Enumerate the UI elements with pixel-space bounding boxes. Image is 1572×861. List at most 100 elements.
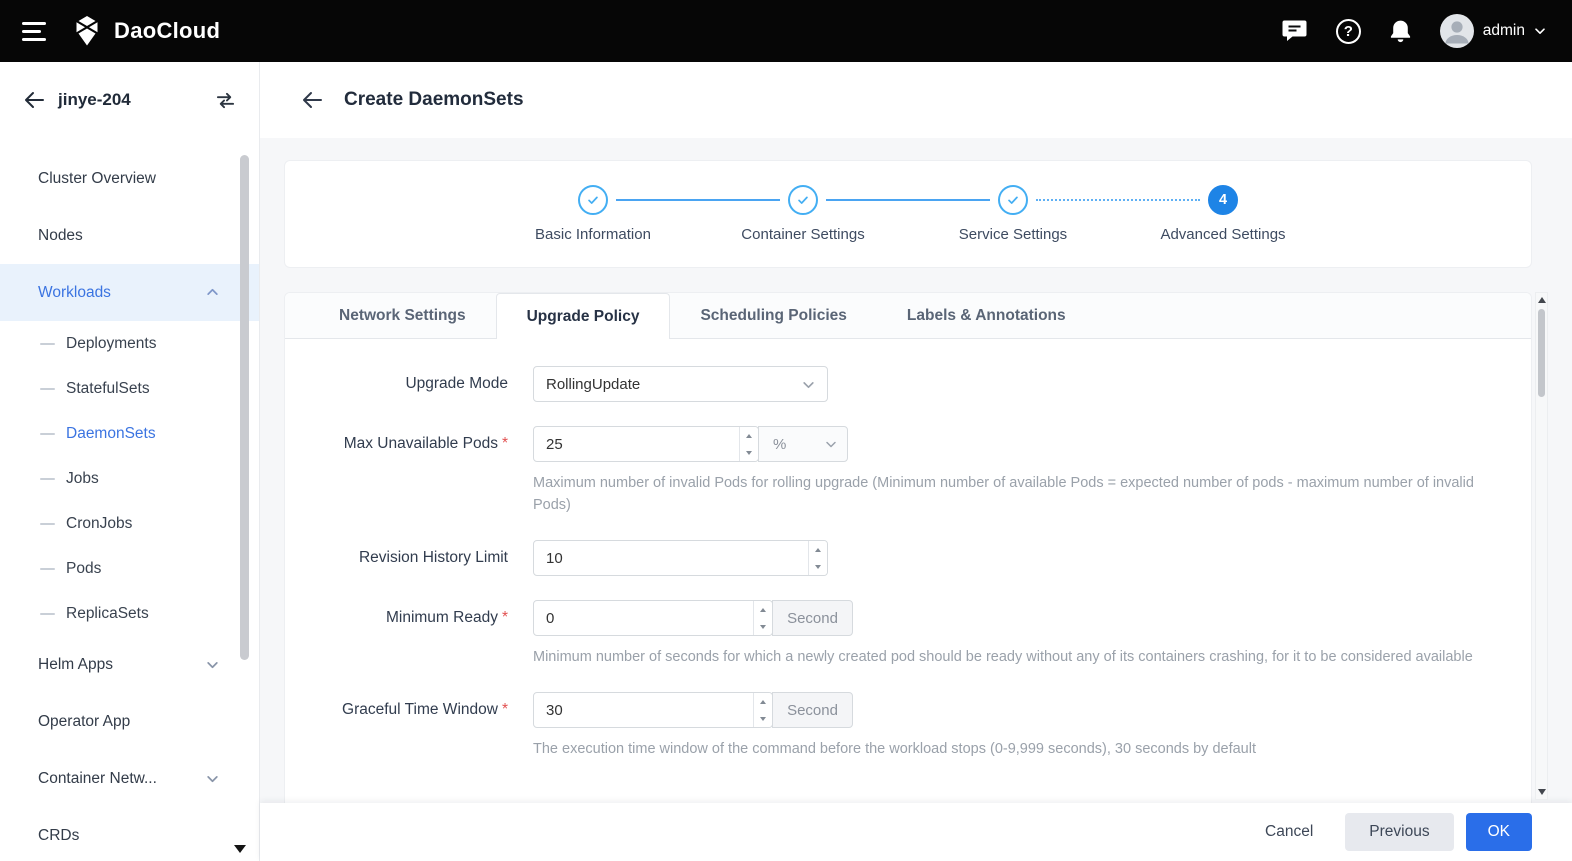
number-spinner <box>753 693 772 727</box>
settings-card: Network Settings Upgrade Policy Scheduli… <box>284 292 1532 803</box>
content-scrollbar[interactable] <box>1535 292 1548 800</box>
footer-bar: Cancel Previous OK <box>260 803 1572 861</box>
required-mark: * <box>502 609 508 626</box>
tab-scheduling-policies[interactable]: Scheduling Policies <box>670 293 876 338</box>
chevron-up-icon <box>206 286 219 299</box>
tab-upgrade-policy[interactable]: Upgrade Policy <box>496 293 671 339</box>
tabs-row: Network Settings Upgrade Policy Scheduli… <box>285 293 1531 339</box>
cancel-button[interactable]: Cancel <box>1251 814 1327 850</box>
max-unavailable-field: Max Unavailable Pods* % <box>285 426 1531 462</box>
sidebar-back-button[interactable] <box>24 91 44 109</box>
revision-history-field: Revision History Limit <box>285 540 1531 576</box>
number-spinner <box>753 601 772 635</box>
stepper-card: Basic Information Container Settings Ser… <box>284 160 1532 268</box>
page-back-button[interactable] <box>302 91 322 109</box>
bell-icon[interactable] <box>1389 19 1412 44</box>
spin-down-icon[interactable] <box>740 444 758 461</box>
spin-down-icon[interactable] <box>754 710 772 727</box>
scroll-up-icon[interactable] <box>1538 297 1546 303</box>
help-icon[interactable]: ? <box>1336 19 1361 44</box>
cluster-name: jinye-204 <box>58 90 200 110</box>
main-area: Create DaemonSets Basic Information <box>260 62 1572 861</box>
graceful-time-field: Graceful Time Window* Second <box>285 692 1531 728</box>
sidebar-item-jobs[interactable]: Jobs <box>0 456 259 501</box>
sidebar: jinye-204 Cluster Overview Nodes Workloa… <box>0 62 260 861</box>
brand-name: DaoCloud <box>114 18 220 44</box>
field-label: Minimum Ready* <box>285 609 533 627</box>
max-unavailable-help: Maximum number of invalid Pods for rolli… <box>533 472 1501 516</box>
avatar <box>1440 14 1474 48</box>
topbar: DaoCloud ? admin <box>0 0 1572 62</box>
tab-network-settings[interactable]: Network Settings <box>309 293 496 338</box>
sidebar-item-daemonsets[interactable]: DaemonSets <box>0 411 259 456</box>
graceful-time-unit: Second <box>772 692 853 728</box>
sidebar-nav: Cluster Overview Nodes Workloads Deploym… <box>0 138 259 861</box>
sidebar-item-crds[interactable]: CRDs <box>0 807 259 861</box>
max-unavailable-input[interactable] <box>533 426 759 462</box>
spin-down-icon[interactable] <box>754 618 772 635</box>
tab-labels-annotations[interactable]: Labels & Annotations <box>877 293 1096 338</box>
upgrade-policy-panel: Upgrade Mode RollingUpdate Max Unavailab… <box>285 339 1531 803</box>
sidebar-item-workloads[interactable]: Workloads <box>0 264 259 321</box>
check-icon <box>578 185 608 215</box>
sidebar-item-operator-app[interactable]: Operator App <box>0 693 259 750</box>
sidebar-item-replicasets[interactable]: ReplicaSets <box>0 591 259 636</box>
minimum-ready-input[interactable] <box>533 600 773 636</box>
spin-down-icon[interactable] <box>809 558 827 575</box>
sidebar-item-helm-apps[interactable]: Helm Apps <box>0 636 259 693</box>
step-container-settings[interactable]: Container Settings <box>698 185 908 267</box>
chevron-down-icon <box>802 378 815 391</box>
ok-button[interactable]: OK <box>1466 813 1532 851</box>
dash-icon <box>40 478 55 480</box>
number-spinner <box>808 541 827 575</box>
daocloud-logo-icon <box>70 16 104 46</box>
field-label: Revision History Limit <box>285 549 533 567</box>
field-label: Max Unavailable Pods* <box>285 435 533 453</box>
graceful-time-input[interactable] <box>533 692 773 728</box>
graceful-time-help: The execution time window of the command… <box>533 738 1501 760</box>
sidebar-item-pods[interactable]: Pods <box>0 546 259 591</box>
field-label: Graceful Time Window* <box>285 701 533 719</box>
revision-history-input[interactable] <box>533 540 828 576</box>
spin-up-icon[interactable] <box>740 427 758 444</box>
spin-up-icon[interactable] <box>809 541 827 558</box>
chevron-down-icon <box>1534 25 1546 37</box>
check-icon <box>788 185 818 215</box>
step-number: 4 <box>1208 185 1238 215</box>
dash-icon <box>40 613 55 615</box>
scroll-down-icon[interactable] <box>1538 789 1546 795</box>
scrollbar-thumb[interactable] <box>1538 309 1545 397</box>
message-icon[interactable] <box>1281 19 1308 43</box>
sidebar-item-container-network[interactable]: Container Netw... <box>0 750 259 807</box>
chevron-down-icon <box>206 772 219 785</box>
field-label: Upgrade Mode <box>285 375 533 393</box>
stepper: Basic Information Container Settings Ser… <box>488 185 1328 267</box>
sidebar-scrollbar[interactable] <box>240 155 249 660</box>
spin-up-icon[interactable] <box>754 601 772 618</box>
minimum-ready-field: Minimum Ready* Second <box>285 600 1531 636</box>
step-basic-information[interactable]: Basic Information <box>488 185 698 267</box>
upgrade-mode-select[interactable]: RollingUpdate <box>533 366 828 402</box>
sidebar-item-cronjobs[interactable]: CronJobs <box>0 501 259 546</box>
dash-icon <box>40 523 55 525</box>
sidebar-item-deployments[interactable]: Deployments <box>0 321 259 366</box>
previous-button[interactable]: Previous <box>1345 813 1453 851</box>
switch-cluster-icon[interactable] <box>214 91 237 110</box>
minimum-ready-help: Minimum number of seconds for which a ne… <box>533 646 1501 668</box>
spin-up-icon[interactable] <box>754 693 772 710</box>
number-spinner <box>739 427 758 461</box>
menu-icon[interactable] <box>22 22 46 41</box>
upgrade-mode-field: Upgrade Mode RollingUpdate <box>285 366 1531 402</box>
max-unavailable-unit-select[interactable]: % <box>758 426 848 462</box>
sidebar-item-nodes[interactable]: Nodes <box>0 207 259 264</box>
step-service-settings[interactable]: Service Settings <box>908 185 1118 267</box>
user-menu[interactable]: admin <box>1440 14 1546 48</box>
required-mark: * <box>502 701 508 718</box>
dash-icon <box>40 388 55 390</box>
sidebar-item-statefulsets[interactable]: StatefulSets <box>0 366 259 411</box>
sidebar-scroll-down-icon[interactable] <box>234 845 246 853</box>
sidebar-item-cluster-overview[interactable]: Cluster Overview <box>0 150 259 207</box>
user-name: admin <box>1483 22 1525 40</box>
step-advanced-settings[interactable]: 4 Advanced Settings <box>1118 185 1328 267</box>
page-title: Create DaemonSets <box>344 89 524 111</box>
